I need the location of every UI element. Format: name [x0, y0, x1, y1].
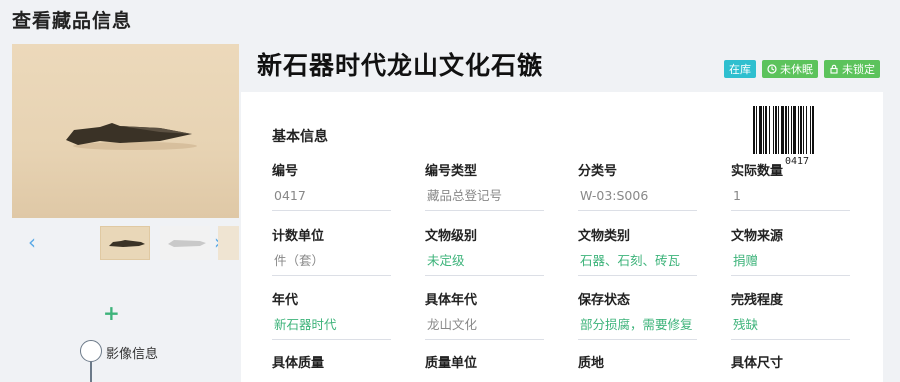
- field-value: 1: [731, 186, 850, 211]
- timeline-label-media-info[interactable]: 影像信息: [106, 343, 158, 362]
- barcode-bar: [781, 106, 784, 154]
- field-label: 具体年代: [425, 293, 478, 308]
- info-field: 文物级别 未定级: [425, 225, 544, 276]
- field-label: 计数单位: [272, 229, 325, 244]
- barcode-bar: [793, 106, 796, 154]
- status-badge-in-storage: 在库: [724, 60, 756, 78]
- thumbnail-strip: ‹ ›: [12, 226, 239, 260]
- field-value: 部分损腐，需要修复: [578, 315, 697, 340]
- field-label: 分类号: [578, 164, 618, 179]
- add-media-icon[interactable]: +: [103, 303, 120, 323]
- basic-info-card: 基本信息 0417 编号 0417 编号类型 藏品总登记号 分类号 W-03:S006 实际…: [241, 92, 883, 382]
- artifact-main-image[interactable]: [12, 44, 239, 218]
- thumbnail-1[interactable]: [100, 226, 150, 260]
- barcode-bar: [753, 106, 755, 154]
- barcode-bar: [778, 106, 779, 154]
- field-value: 件（套）: [272, 251, 391, 276]
- section-title-basic-info: 基本信息: [272, 129, 328, 145]
- barcode-bar: [773, 106, 774, 154]
- thumbnail-3[interactable]: [218, 226, 239, 260]
- field-label: 文物级别: [425, 229, 478, 244]
- barcode-bar: [763, 106, 764, 154]
- info-field: 编号类型藏品总登记号: [425, 160, 544, 211]
- timeline-node-icon: [80, 340, 102, 362]
- info-field: 文物类别石器、石刻、砖瓦: [578, 225, 697, 276]
- field-value: 石器、石刻、砖瓦: [578, 251, 697, 276]
- info-field: 编号 0417: [272, 160, 391, 211]
- info-field: 年代 新石器时代: [272, 289, 391, 340]
- field-label: 完残程度: [731, 293, 784, 308]
- barcode-bar: [775, 106, 777, 154]
- info-field: 完残程度 残缺: [731, 289, 850, 340]
- barcode-bar: [788, 106, 789, 154]
- field-value: 残缺: [731, 315, 850, 340]
- status-badge-not-locked: 未锁定: [824, 60, 880, 78]
- status-badges: 在库 未休眠 未锁定: [724, 60, 880, 78]
- chevron-left-icon[interactable]: ‹: [24, 230, 40, 254]
- field-label: 具体质量: [272, 356, 325, 371]
- stone-arrowhead-image: [66, 123, 197, 150]
- info-field: 文物来源 捐赠: [731, 225, 850, 276]
- info-field: 保存状态部分损腐，需要修复: [578, 289, 697, 340]
- timeline-line: [90, 362, 92, 382]
- barcode-bar: [759, 106, 762, 154]
- info-field: 具体质量: [272, 352, 391, 371]
- barcode-bar: [785, 106, 787, 154]
- status-badge-not-dormant: 未休眠: [762, 60, 818, 78]
- field-value: 藏品总登记号: [425, 186, 544, 211]
- field-value: W-03:S006: [578, 186, 697, 211]
- field-label: 编号类型: [425, 164, 478, 179]
- field-value: 捐赠: [731, 251, 850, 276]
- field-label: 质地: [578, 356, 605, 371]
- info-field: 质量单位: [425, 352, 544, 371]
- barcode-bar: [812, 106, 814, 154]
- field-label: 文物类别: [578, 229, 631, 244]
- field-label: 实际数量: [731, 164, 784, 179]
- artifact-title: 新石器时代龙山文化石镞: [257, 51, 544, 80]
- barcode-bar: [806, 106, 807, 154]
- field-value: 0417: [272, 186, 391, 211]
- field-value: 龙山文化: [425, 315, 544, 340]
- info-field: 实际数量 1: [731, 160, 850, 211]
- field-label: 文物来源: [731, 229, 784, 244]
- field-label: 具体尺寸: [731, 356, 784, 371]
- thumbnail-2[interactable]: [160, 226, 210, 260]
- page-title: 查看藏品信息: [12, 10, 133, 32]
- field-label: 保存状态: [578, 293, 631, 308]
- info-field: 具体年代 龙山文化: [425, 289, 544, 340]
- barcode-bar: [791, 106, 792, 154]
- arrowhead-thumbnail-icon: [109, 240, 145, 247]
- barcode-bar: [756, 106, 757, 154]
- clock-icon: [767, 64, 777, 74]
- info-field: 分类号 W-03:S006: [578, 160, 697, 211]
- field-label: 年代: [272, 293, 299, 308]
- lock-icon: [830, 64, 838, 74]
- barcode-bar: [800, 106, 802, 154]
- barcode-bar: [798, 106, 799, 154]
- barcode-bar: [765, 106, 767, 154]
- barcode-bar: [803, 106, 804, 154]
- barcode-image: [753, 106, 814, 154]
- info-field: 质地: [578, 352, 697, 371]
- field-label: 编号: [272, 164, 299, 179]
- arrowhead-thumbnail-icon: [168, 240, 206, 247]
- info-field: 具体尺寸: [731, 352, 850, 371]
- barcode-bar: [810, 106, 811, 154]
- barcode-bar: [769, 106, 770, 154]
- field-label: 质量单位: [425, 356, 478, 371]
- field-value: 新石器时代: [272, 315, 391, 340]
- info-field: 计数单位件（套）: [272, 225, 391, 276]
- field-value: 未定级: [425, 251, 544, 276]
